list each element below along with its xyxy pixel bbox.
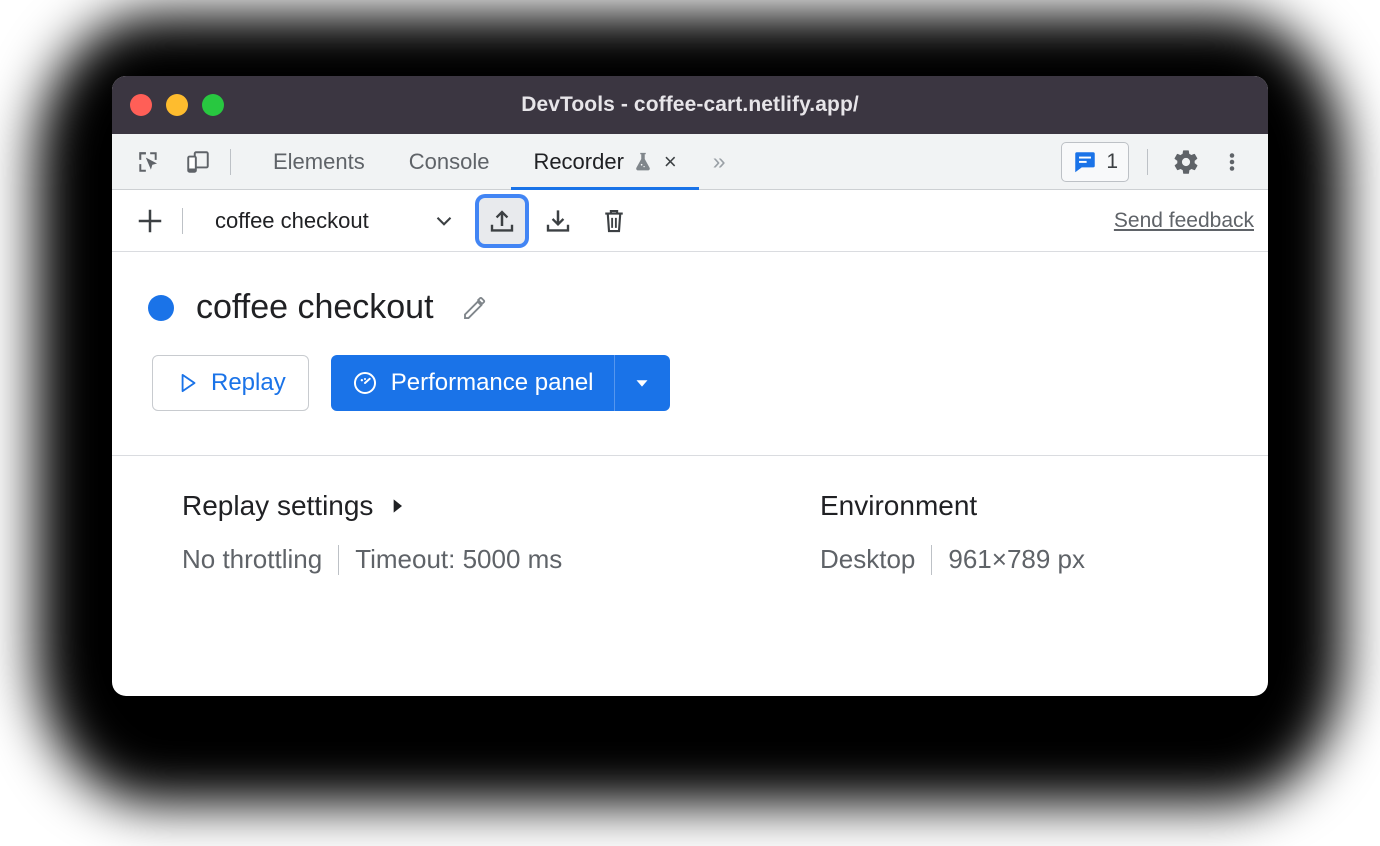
three-dot-menu-icon [1229,152,1235,171]
recording-selector[interactable]: coffee checkout [195,208,457,234]
window-titlebar: DevTools - coffee-cart.netlify.app/ [112,76,1268,134]
maximize-window-button[interactable] [202,94,224,116]
device-toolbar-button[interactable] [178,142,218,182]
recording-actions: Replay Performance panel [112,327,1268,411]
environment-header: Environment [820,490,1085,522]
devtools-tabs: Elements Console Recorder × » [251,134,740,190]
issues-count-label: 1 [1106,149,1118,173]
replay-settings-toggle[interactable]: Replay settings [182,490,812,522]
send-feedback-link[interactable]: Send feedback [1114,209,1254,233]
environment-values: Desktop 961×789 px [820,544,1085,575]
main-menu-button[interactable] [1212,142,1252,182]
replay-button[interactable]: Replay [152,355,309,411]
tabbar-left-icons [112,134,218,189]
tab-console[interactable]: Console [387,134,512,189]
pencil-edit-icon [463,296,485,319]
toolbar-divider [182,207,183,234]
traffic-lights [130,94,224,116]
device-value: Desktop [820,544,916,574]
timeout-value: Timeout: 5000 ms [355,544,563,574]
minimize-window-button[interactable] [166,94,188,116]
export-download-icon [546,209,569,232]
performance-gauge-icon [353,371,376,395]
recorder-toolbar: coffee checkout Send feedback [112,190,1268,252]
issues-counter-button[interactable]: 1 [1061,141,1129,182]
environment-title: Environment [820,490,978,521]
trash-icon [604,209,623,232]
caret-right-icon [394,499,403,513]
import-upload-icon [490,209,513,232]
tab-recorder[interactable]: Recorder × [511,134,700,190]
value-divider [931,544,933,575]
recording-selector-label: coffee checkout [215,207,369,233]
window-title: DevTools - coffee-cart.netlify.app/ [521,93,859,116]
devtools-tabbar: Elements Console Recorder × » 1 [112,134,1268,190]
inspect-element-button[interactable] [128,142,168,182]
plus-icon [138,209,162,232]
devtools-window: DevTools - coffee-cart.netlify.app/ Elem… [112,76,1268,696]
close-tab-button[interactable]: × [664,150,677,173]
delete-recording-button[interactable] [591,198,637,244]
tabbar-right-divider [1147,148,1148,175]
replay-settings-title: Replay settings [182,490,374,521]
recording-status-dot [148,294,174,321]
environment-section: Environment Desktop 961×789 px [812,490,1085,575]
screenshot-stage: DevTools - coffee-cart.netlify.app/ Elem… [0,0,1380,846]
value-divider [338,544,340,575]
tab-label: Console [408,148,490,174]
tab-elements[interactable]: Elements [251,134,387,189]
performance-panel-button[interactable]: Performance panel [330,355,614,411]
tab-label: Recorder [533,148,624,174]
inspect-element-icon [139,151,158,172]
performance-panel-label: Performance panel [390,369,594,396]
chevron-down-icon [431,208,457,234]
import-recording-button[interactable] [478,197,525,244]
gear-icon [1174,149,1198,174]
export-recording-button[interactable] [535,198,581,244]
close-window-button[interactable] [130,94,152,116]
flask-icon [636,152,650,170]
tabbar-divider [230,148,231,175]
throttling-value: No throttling [182,544,323,574]
replay-settings-section: Replay settings No throttling Timeout: 5… [112,490,812,575]
play-triangle-icon [181,373,196,393]
tabbar-right-icons: 1 [1061,134,1268,189]
replay-button-label: Replay [211,369,286,396]
caret-down-icon [636,380,648,387]
device-toolbar-icon [187,150,209,173]
viewport-value: 961×789 px [948,544,1086,574]
recording-title: coffee checkout [196,288,434,326]
issues-message-icon [1075,151,1096,172]
settings-sections: Replay settings No throttling Timeout: 5… [112,456,1268,575]
recorder-toolbar-actions [478,197,637,244]
create-recording-button[interactable] [130,201,170,241]
settings-button[interactable] [1166,142,1206,182]
performance-split-button: Performance panel [330,355,670,411]
tab-label: Elements [273,148,365,174]
recording-header: coffee checkout [112,252,1268,327]
edit-title-button[interactable] [460,293,490,323]
performance-dropdown-button[interactable] [613,355,670,411]
recorder-body: coffee checkout Replay Performance panel… [112,252,1268,575]
more-tabs-button[interactable]: » [699,134,740,189]
replay-settings-values: No throttling Timeout: 5000 ms [182,544,812,575]
